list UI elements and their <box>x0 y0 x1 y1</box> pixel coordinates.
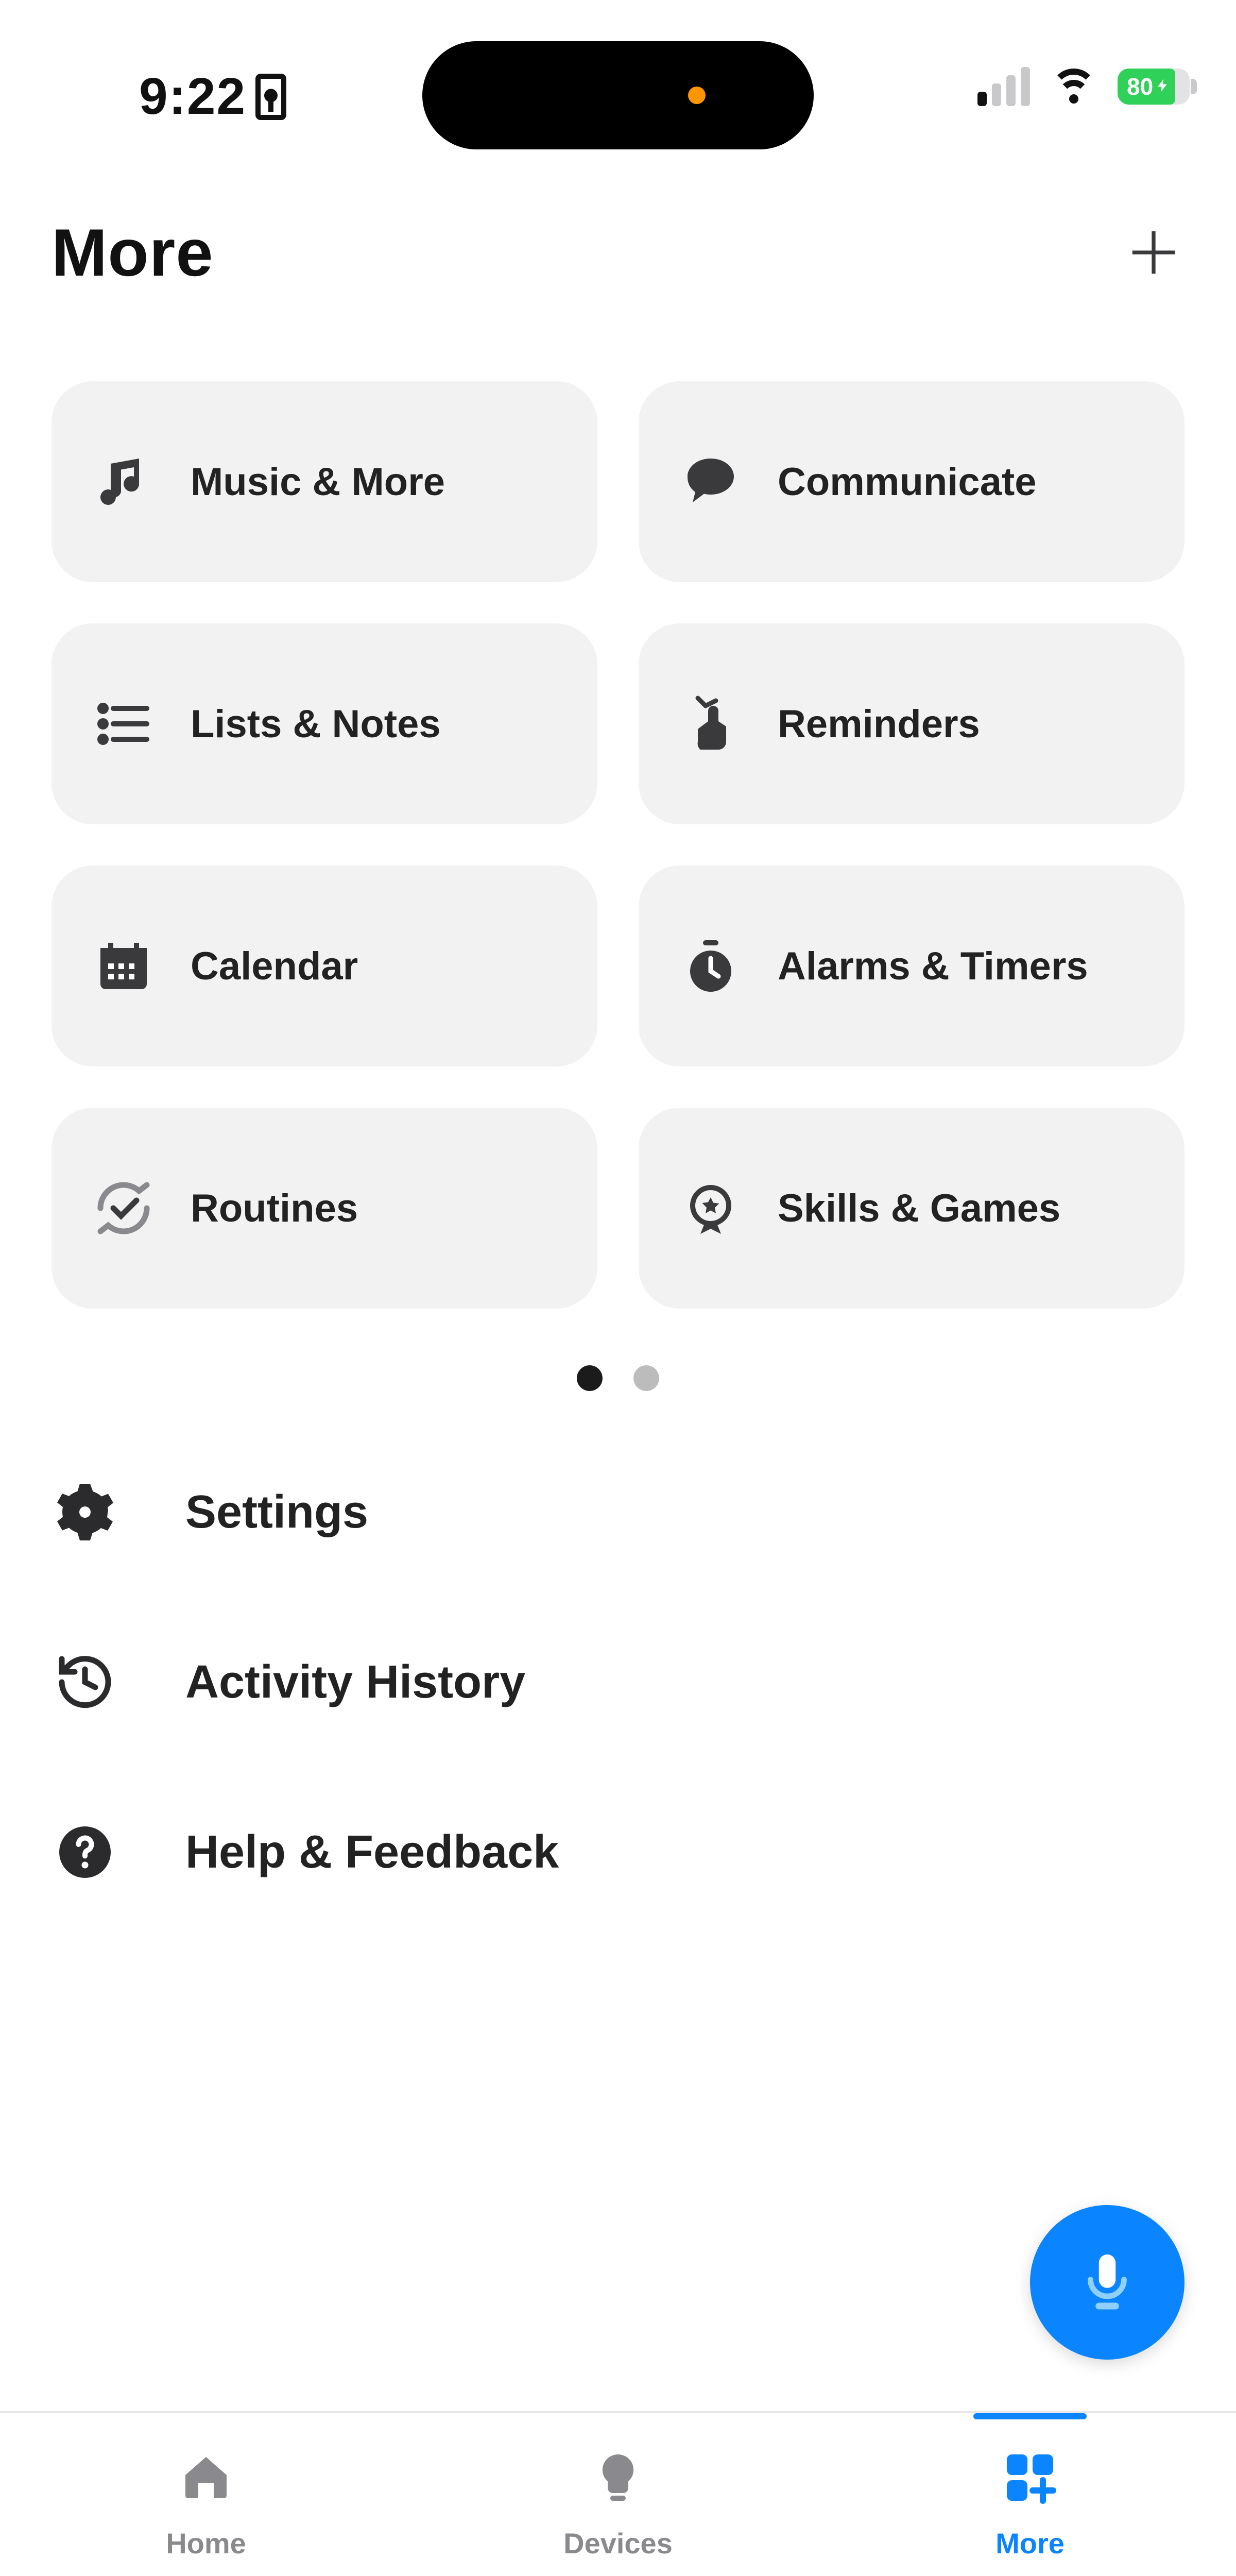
tab-label: Home <box>166 2527 246 2560</box>
page-dot-1[interactable] <box>633 1365 659 1391</box>
plus-icon <box>1125 224 1182 281</box>
page-indicator[interactable] <box>0 1365 1236 1391</box>
charging-bolt-icon <box>1155 74 1171 99</box>
tile-alarms-timers[interactable]: Alarms & Timers <box>639 866 1184 1066</box>
voice-assistant-button[interactable] <box>1030 2205 1184 2360</box>
page-title: More <box>52 214 214 291</box>
skills-badge-icon <box>675 1172 747 1244</box>
tab-more[interactable]: More <box>824 2413 1236 2576</box>
portrait-lock-icon <box>255 74 286 120</box>
tile-label: Lists & Notes <box>191 702 441 747</box>
row-help-feedback[interactable]: Help & Feedback <box>52 1819 1184 1886</box>
tab-devices[interactable]: Devices <box>412 2413 824 2576</box>
page-dot-0[interactable] <box>577 1365 603 1391</box>
tile-label: Routines <box>191 1186 358 1231</box>
alarm-clock-icon <box>675 930 747 1002</box>
tile-label: Alarms & Timers <box>778 944 1088 989</box>
row-label: Settings <box>185 1486 368 1539</box>
list-icon <box>88 688 160 760</box>
status-time: 9:22 <box>139 67 246 126</box>
tile-routines[interactable]: Routines <box>52 1108 597 1309</box>
tile-music-and-more[interactable]: Music & More <box>52 381 597 582</box>
tab-home[interactable]: Home <box>0 2413 412 2576</box>
speech-bubble-icon <box>675 446 747 518</box>
battery-indicator: 80 <box>1118 69 1190 105</box>
wifi-icon <box>1051 69 1097 105</box>
cellular-signal-icon <box>977 67 1030 106</box>
row-label: Activity History <box>185 1656 525 1709</box>
bottom-tab-bar: Home Devices More <box>0 2411 1236 2576</box>
status-time-group: 9:22 <box>139 67 286 126</box>
gear-icon <box>52 1479 118 1546</box>
tile-label: Reminders <box>778 702 980 747</box>
calendar-icon <box>88 930 160 1002</box>
dynamic-island <box>422 41 814 149</box>
grid-plus-icon <box>997 2444 1063 2511</box>
tile-calendar[interactable]: Calendar <box>52 866 597 1066</box>
tile-communicate[interactable]: Communicate <box>639 381 1184 582</box>
tab-active-indicator <box>973 2413 1087 2419</box>
battery-percent: 80 <box>1118 73 1153 100</box>
tile-label: Music & More <box>191 460 445 504</box>
tab-label: More <box>995 2527 1065 2560</box>
row-settings[interactable]: Settings <box>52 1479 1184 1546</box>
tile-label: Calendar <box>191 944 358 989</box>
tile-label: Skills & Games <box>778 1186 1060 1231</box>
routines-icon <box>88 1172 160 1244</box>
tab-label: Devices <box>563 2527 673 2560</box>
tile-lists-notes[interactable]: Lists & Notes <box>52 623 597 824</box>
tile-reminders[interactable]: Reminders <box>639 623 1184 824</box>
bulb-icon <box>585 2444 651 2511</box>
microphone-icon <box>1074 2249 1141 2316</box>
add-button[interactable] <box>1123 222 1184 283</box>
tile-label: Communicate <box>778 460 1037 504</box>
music-note-icon <box>88 446 160 518</box>
help-icon <box>52 1819 118 1886</box>
row-label: Help & Feedback <box>185 1826 559 1879</box>
row-activity-history[interactable]: Activity History <box>52 1649 1184 1716</box>
history-icon <box>52 1649 118 1716</box>
tile-skills-games[interactable]: Skills & Games <box>639 1108 1184 1309</box>
status-right-group: 80 <box>977 67 1190 106</box>
status-bar: 9:22 80 <box>0 0 1236 155</box>
page-header: More <box>0 185 1236 319</box>
home-icon <box>173 2444 239 2511</box>
reminder-hand-icon <box>675 688 747 760</box>
